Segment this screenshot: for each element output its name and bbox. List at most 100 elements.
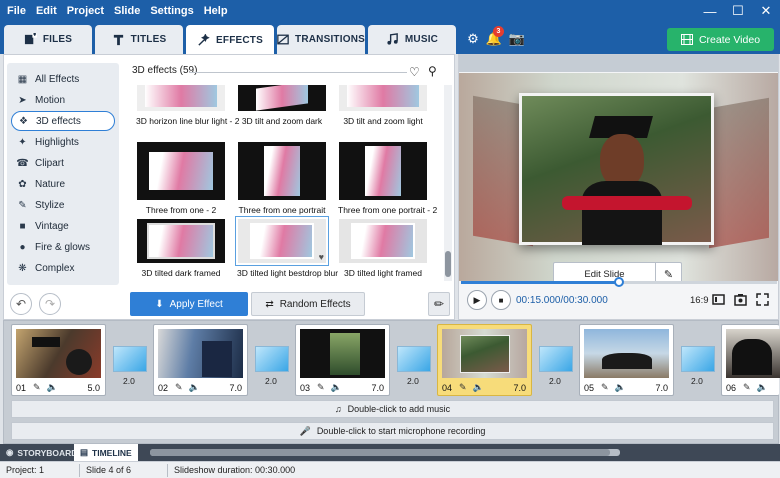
edit-icon[interactable]: ✎ [743, 382, 751, 393]
edit-icon[interactable]: ✎ [33, 382, 41, 393]
transition-duration[interactable]: 2.0 [123, 376, 135, 386]
slide-duration[interactable]: 7.0 [371, 383, 384, 393]
speaker-icon[interactable]: 🔈 [47, 382, 58, 393]
pencil-icon[interactable]: ✎ [655, 263, 681, 281]
menu-edit[interactable]: Edit [31, 5, 62, 17]
timeline-scrollbar-thumb[interactable] [150, 449, 610, 456]
effect-thumbnail [238, 142, 326, 200]
menu-bar: File Edit Project Slide Settings Help — … [0, 0, 780, 22]
slide-card[interactable]: 03 ✎ 🔈 7.0 [295, 324, 390, 396]
speaker-icon[interactable]: 🔈 [757, 382, 768, 393]
fullscreen-icon[interactable] [756, 293, 769, 306]
maximize-icon[interactable]: ☐ [724, 0, 752, 22]
tab-transitions[interactable]: TRANSITIONS [277, 25, 365, 54]
slide-thumbnail [16, 329, 101, 378]
storyboard-icon: ◉ [6, 447, 14, 457]
effect-item[interactable]: 3D horizon line blur light - 2 [136, 85, 239, 126]
undo-button[interactable]: ↶ [10, 293, 32, 315]
random-effects-button[interactable]: ⇄ Random Effects [251, 292, 365, 316]
menu-slide[interactable]: Slide [109, 5, 145, 17]
slide-duration[interactable]: 7.0 [513, 383, 526, 393]
close-icon[interactable]: ✕ [752, 0, 780, 22]
effect-item[interactable]: 3D tilted dark framed [136, 219, 226, 278]
effect-item[interactable]: 3D tilt and zoom light [338, 85, 428, 126]
effect-item[interactable]: Three from one - 2 [136, 142, 226, 215]
category-vintage[interactable]: ■ Vintage [11, 216, 115, 236]
transition-thumbnail[interactable] [681, 346, 715, 372]
effect-item-selected[interactable]: ♥ 3D tilted light bestdrop blur [235, 216, 338, 278]
category-stylize[interactable]: ✎ Stylize [11, 195, 115, 215]
category-3d-effects[interactable]: ❖ 3D effects [11, 111, 115, 131]
slide-duration[interactable]: 7.0 [229, 383, 242, 393]
transition-thumbnail[interactable] [113, 346, 147, 372]
speaker-icon[interactable]: 🔈 [189, 382, 200, 393]
gear-icon[interactable]: ⚙ [465, 31, 481, 47]
edit-icon[interactable]: ✎ [459, 382, 467, 393]
category-fire-glows[interactable]: ● Fire & glows [11, 237, 115, 257]
category-highlights[interactable]: ✦ Highlights [11, 132, 115, 152]
effect-item[interactable]: Three from one portrait - 2 [338, 142, 438, 215]
transition-duration[interactable]: 2.0 [549, 376, 561, 386]
menu-help[interactable]: Help [199, 5, 233, 17]
create-video-button[interactable]: Create Video [667, 28, 774, 51]
tab-titles[interactable]: TITLES [95, 25, 183, 54]
category-clipart[interactable]: ☎ Clipart [11, 153, 115, 173]
effect-label: Three from one portrait - 2 [338, 205, 438, 215]
effects-grid: 3D horizon line blur light - 2 3D tilt a… [126, 55, 442, 285]
clear-effects-button[interactable]: ✏ [428, 292, 450, 316]
slide-card[interactable]: 01 ✎ 🔈 5.0 [11, 324, 106, 396]
transition-thumbnail[interactable] [255, 346, 289, 372]
slide-card-selected[interactable]: 04 ✎ 🔈 7.0 [437, 324, 532, 396]
slide-card[interactable]: 05 ✎ 🔈 7.0 [579, 324, 674, 396]
slide-card[interactable]: 06 ✎ 🔈 [721, 324, 780, 396]
category-all-effects[interactable]: ▦ All Effects [11, 69, 115, 89]
redo-button[interactable]: ↷ [39, 293, 61, 315]
category-motion[interactable]: ➤ Motion [11, 90, 115, 110]
gallery-icon[interactable]: 📷 [509, 31, 525, 47]
tab-effects[interactable]: EFFECTS [186, 25, 274, 55]
edit-icon[interactable]: ✎ [175, 382, 183, 393]
transition-duration[interactable]: 2.0 [407, 376, 419, 386]
slide-number: 03 [300, 383, 311, 393]
snapshot-icon[interactable] [734, 293, 747, 306]
music-track[interactable]: ♫ Double-click to add music [11, 400, 774, 418]
category-complex[interactable]: ❋ Complex [11, 258, 115, 278]
favorite-icon[interactable]: ♥ [319, 252, 324, 262]
tab-storyboard[interactable]: ◉ STORYBOARD [0, 444, 83, 461]
category-nature[interactable]: ✿ Nature [11, 174, 115, 194]
speaker-icon[interactable]: 🔈 [615, 382, 626, 393]
transition-thumbnail[interactable] [397, 346, 431, 372]
menu-project[interactable]: Project [62, 5, 109, 17]
effects-scrollbar-thumb[interactable] [445, 251, 451, 277]
effect-item[interactable]: Three from one portrait [237, 142, 327, 215]
effect-item[interactable]: 3D tilt and zoom dark [237, 85, 327, 126]
menu-file[interactable]: File [0, 5, 31, 17]
music-icon [387, 33, 398, 45]
play-button[interactable]: ▶ [467, 290, 487, 310]
timeline-scrollbar[interactable] [150, 449, 620, 456]
apply-effect-button[interactable]: ⬇ Apply Effect [130, 292, 248, 316]
edit-icon[interactable]: ✎ [601, 382, 609, 393]
microphone-track[interactable]: 🎤 Double-click to start microphone recor… [11, 422, 774, 440]
stop-button[interactable]: ■ [491, 290, 511, 310]
slide-duration[interactable]: 7.0 [655, 383, 668, 393]
download-arrow-icon: ⬇ [155, 298, 164, 310]
minimize-icon[interactable]: — [696, 0, 724, 22]
tab-files[interactable]: FILES [4, 25, 92, 54]
effect-item[interactable]: 3D tilted light framed [338, 219, 428, 278]
transition-thumbnail[interactable] [539, 346, 573, 372]
edit-icon[interactable]: ✎ [317, 382, 325, 393]
slide-duration[interactable]: 5.0 [87, 383, 100, 393]
transition-duration[interactable]: 2.0 [265, 376, 277, 386]
tab-timeline[interactable]: ▤ TIMELINE [74, 444, 138, 461]
speaker-icon[interactable]: 🔈 [473, 382, 484, 393]
playback-scrubber[interactable] [614, 277, 624, 287]
speaker-icon[interactable]: 🔈 [331, 382, 342, 393]
aspect-ratio-selector[interactable]: 16:9 [690, 295, 709, 306]
tab-music[interactable]: MUSIC [368, 25, 456, 54]
menu-settings[interactable]: Settings [145, 5, 198, 17]
widescreen-icon[interactable] [712, 293, 725, 306]
slide-card[interactable]: 02 ✎ 🔈 7.0 [153, 324, 248, 396]
timeline-icon: ▤ [80, 447, 89, 457]
transition-duration[interactable]: 2.0 [691, 376, 703, 386]
